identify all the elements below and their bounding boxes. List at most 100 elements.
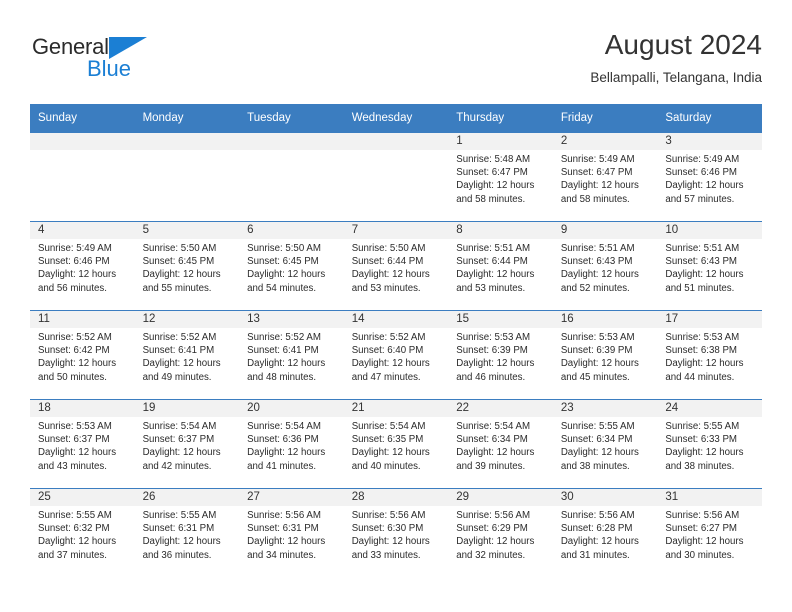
calendar-day-cell[interactable]: 18 Sunrise: 5:53 AM Sunset: 6:37 PM Dayligh… — [30, 399, 135, 489]
calendar-day-cell[interactable]: 16 Sunrise: 5:53 AM Sunset: 6:39 PM Dayligh… — [552, 310, 658, 400]
daylight-duration-line2: and 33 minutes. — [351, 549, 421, 561]
day-number: 29 — [448, 489, 553, 506]
calendar-day-cell[interactable]: 6 Sunrise: 5:50 AM Sunset: 6:45 PM Daylight… — [239, 221, 344, 311]
sunrise-time: Sunrise: 5:54 AM — [351, 421, 426, 432]
sunset-time: Sunset: 6:44 PM — [351, 256, 424, 268]
daylight-duration-line1: Daylight: 12 hours — [247, 536, 326, 548]
day-number: 14 — [343, 311, 449, 328]
sunrise-time: Sunrise: 5:49 AM — [560, 154, 635, 165]
day-number: 10 — [657, 222, 762, 239]
day-number: 19 — [134, 400, 240, 417]
calendar-day-cell[interactable]: 13 Sunrise: 5:52 AM Sunset: 6:41 PM Dayligh… — [239, 310, 344, 400]
weekday-header-sunday: Sunday — [30, 104, 135, 133]
daylight-duration-line2: and 48 minutes. — [247, 371, 317, 383]
day-number: 20 — [239, 400, 344, 417]
calendar-day-cell[interactable]: 8 Sunrise: 5:51 AM Sunset: 6:44 PM Daylight… — [448, 221, 553, 311]
sunrise-time: Sunrise: 5:54 AM — [142, 421, 217, 432]
calendar-day-cell[interactable]: 19 Sunrise: 5:54 AM Sunset: 6:37 PM Dayligh… — [134, 399, 240, 489]
weekday-header-friday: Friday — [552, 104, 658, 133]
calendar-day-cell[interactable]: 31 Sunrise: 5:56 AM Sunset: 6:27 PM Dayligh… — [657, 488, 762, 577]
calendar-day-cell[interactable]: 22 Sunrise: 5:54 AM Sunset: 6:34 PM Dayligh… — [448, 399, 553, 489]
day-detail: Sunrise: 5:56 AM Sunset: 6:30 PM Daylight:… — [344, 506, 449, 562]
day-number: 12 — [134, 311, 240, 328]
calendar-day-cell[interactable]: 12 Sunrise: 5:52 AM Sunset: 6:41 PM Dayligh… — [134, 310, 240, 400]
day-cell-inner: 15 Sunrise: 5:53 AM Sunset: 6:39 PM Dayligh… — [448, 311, 553, 399]
calendar-day-cell[interactable]: 25 Sunrise: 5:55 AM Sunset: 6:32 PM Dayligh… — [30, 488, 135, 577]
daylight-duration-line1: Daylight: 12 hours — [38, 269, 117, 281]
daylight-duration-line1: Daylight: 12 hours — [142, 447, 221, 459]
daylight-duration-line1: Daylight: 12 hours — [456, 269, 535, 281]
day-number: 9 — [552, 222, 658, 239]
daylight-duration-line1: Daylight: 12 hours — [247, 269, 326, 281]
calendar-day-cell[interactable]: 24 Sunrise: 5:55 AM Sunset: 6:33 PM Dayligh… — [657, 399, 762, 489]
sunset-time: Sunset: 6:47 PM — [560, 167, 633, 179]
calendar-day-cell[interactable]: 11 Sunrise: 5:52 AM Sunset: 6:42 PM Dayligh… — [30, 310, 135, 400]
daylight-duration-line1: Daylight: 12 hours — [665, 269, 744, 281]
calendar-day-cell[interactable]: 29 Sunrise: 5:56 AM Sunset: 6:29 PM Dayligh… — [448, 488, 553, 577]
calendar-day-cell[interactable]: 2 Sunrise: 5:49 AM Sunset: 6:47 PM Daylight… — [552, 132, 658, 222]
daylight-duration-line1: Daylight: 12 hours — [665, 447, 744, 459]
day-cell-inner: 18 Sunrise: 5:53 AM Sunset: 6:37 PM Dayligh… — [30, 400, 135, 488]
day-number — [239, 133, 344, 150]
day-detail: Sunrise: 5:53 AM Sunset: 6:37 PM Daylight:… — [30, 417, 135, 473]
sunset-time: Sunset: 6:47 PM — [456, 167, 528, 179]
calendar-cell-empty — [343, 132, 449, 222]
calendar-week-row: 11 Sunrise: 5:52 AM Sunset: 6:42 PM Dayligh… — [30, 310, 762, 400]
daylight-duration-line2: and 41 minutes. — [247, 460, 317, 472]
daylight-duration-line2: and 44 minutes. — [665, 371, 735, 383]
daylight-duration-line2: and 53 minutes. — [351, 282, 421, 294]
calendar-day-cell[interactable]: 5 Sunrise: 5:50 AM Sunset: 6:45 PM Daylight… — [134, 221, 240, 311]
calendar-day-cell[interactable]: 10 Sunrise: 5:51 AM Sunset: 6:43 PM Dayligh… — [657, 221, 762, 311]
sunset-time: Sunset: 6:37 PM — [142, 434, 215, 446]
general-blue-logo[interactable]: General Blue — [32, 34, 212, 90]
calendar-day-cell[interactable]: 9 Sunrise: 5:51 AM Sunset: 6:43 PM Daylight… — [552, 221, 658, 311]
day-number: 18 — [30, 400, 135, 417]
daylight-duration-line2: and 43 minutes. — [38, 460, 107, 472]
calendar-day-cell[interactable]: 23 Sunrise: 5:55 AM Sunset: 6:34 PM Dayligh… — [552, 399, 658, 489]
daylight-duration-line2: and 57 minutes. — [665, 193, 735, 205]
calendar-week-row: 1 Sunrise: 5:48 AM Sunset: 6:47 PM Daylight… — [30, 132, 762, 222]
daylight-duration-line1: Daylight: 12 hours — [456, 358, 535, 370]
sunset-time: Sunset: 6:33 PM — [665, 434, 737, 446]
calendar-day-cell[interactable]: 4 Sunrise: 5:49 AM Sunset: 6:46 PM Daylight… — [30, 221, 135, 311]
sunset-time: Sunset: 6:41 PM — [142, 345, 215, 357]
calendar-day-cell[interactable]: 15 Sunrise: 5:53 AM Sunset: 6:39 PM Dayligh… — [448, 310, 553, 400]
calendar-day-cell[interactable]: 26 Sunrise: 5:55 AM Sunset: 6:31 PM Dayligh… — [134, 488, 240, 577]
calendar-day-cell[interactable]: 21 Sunrise: 5:54 AM Sunset: 6:35 PM Dayligh… — [343, 399, 449, 489]
calendar-day-cell[interactable]: 14 Sunrise: 5:52 AM Sunset: 6:40 PM Dayligh… — [343, 310, 449, 400]
day-number: 11 — [30, 311, 135, 328]
day-cell-inner: 11 Sunrise: 5:52 AM Sunset: 6:42 PM Dayligh… — [30, 311, 135, 399]
day-cell-inner: 20 Sunrise: 5:54 AM Sunset: 6:36 PM Dayligh… — [239, 400, 344, 488]
day-detail: Sunrise: 5:53 AM Sunset: 6:38 PM Daylight:… — [657, 328, 762, 384]
weekday-header-tuesday: Tuesday — [239, 104, 344, 133]
weekday-header-thursday: Thursday — [448, 104, 553, 133]
daylight-duration-line1: Daylight: 12 hours — [351, 358, 430, 370]
weekday-header-row: Sunday Monday Tuesday Wednesday Thursday… — [30, 104, 762, 133]
day-detail: Sunrise: 5:49 AM Sunset: 6:46 PM Daylight:… — [30, 239, 135, 295]
sunrise-time: Sunrise: 5:49 AM — [38, 243, 112, 254]
calendar-day-cell[interactable]: 27 Sunrise: 5:56 AM Sunset: 6:31 PM Dayligh… — [239, 488, 344, 577]
sunset-time: Sunset: 6:46 PM — [38, 256, 110, 268]
calendar-day-cell[interactable]: 28 Sunrise: 5:56 AM Sunset: 6:30 PM Dayligh… — [343, 488, 449, 577]
calendar-day-cell[interactable]: 3 Sunrise: 5:49 AM Sunset: 6:46 PM Daylight… — [657, 132, 762, 222]
day-cell-inner: 3 Sunrise: 5:49 AM Sunset: 6:46 PM Daylight… — [657, 133, 762, 221]
calendar-day-cell[interactable]: 30 Sunrise: 5:56 AM Sunset: 6:28 PM Dayligh… — [552, 488, 658, 577]
calendar-page: General Blue August 2024 Bellampalli, Te… — [0, 0, 792, 612]
day-detail: Sunrise: 5:53 AM Sunset: 6:39 PM Daylight:… — [553, 328, 658, 384]
day-cell-inner: 21 Sunrise: 5:54 AM Sunset: 6:35 PM Dayligh… — [343, 400, 449, 488]
sunset-time: Sunset: 6:27 PM — [665, 523, 737, 535]
day-number: 15 — [448, 311, 553, 328]
calendar-day-cell[interactable]: 1 Sunrise: 5:48 AM Sunset: 6:47 PM Daylight… — [448, 132, 553, 222]
sunrise-time: Sunrise: 5:56 AM — [560, 510, 635, 521]
day-number: 24 — [657, 400, 762, 417]
daylight-duration-line1: Daylight: 12 hours — [665, 536, 744, 548]
sunset-time: Sunset: 6:40 PM — [351, 345, 424, 357]
sunset-time: Sunset: 6:35 PM — [351, 434, 424, 446]
calendar-day-cell[interactable]: 20 Sunrise: 5:54 AM Sunset: 6:36 PM Dayligh… — [239, 399, 344, 489]
day-number: 4 — [30, 222, 135, 239]
calendar-day-cell[interactable]: 17 Sunrise: 5:53 AM Sunset: 6:38 PM Dayligh… — [657, 310, 762, 400]
calendar-day-cell[interactable]: 7 Sunrise: 5:50 AM Sunset: 6:44 PM Daylight… — [343, 221, 449, 311]
day-cell-inner — [134, 133, 240, 221]
daylight-duration-line1: Daylight: 12 hours — [38, 358, 117, 370]
day-detail: Sunrise: 5:51 AM Sunset: 6:43 PM Daylight:… — [553, 239, 658, 295]
